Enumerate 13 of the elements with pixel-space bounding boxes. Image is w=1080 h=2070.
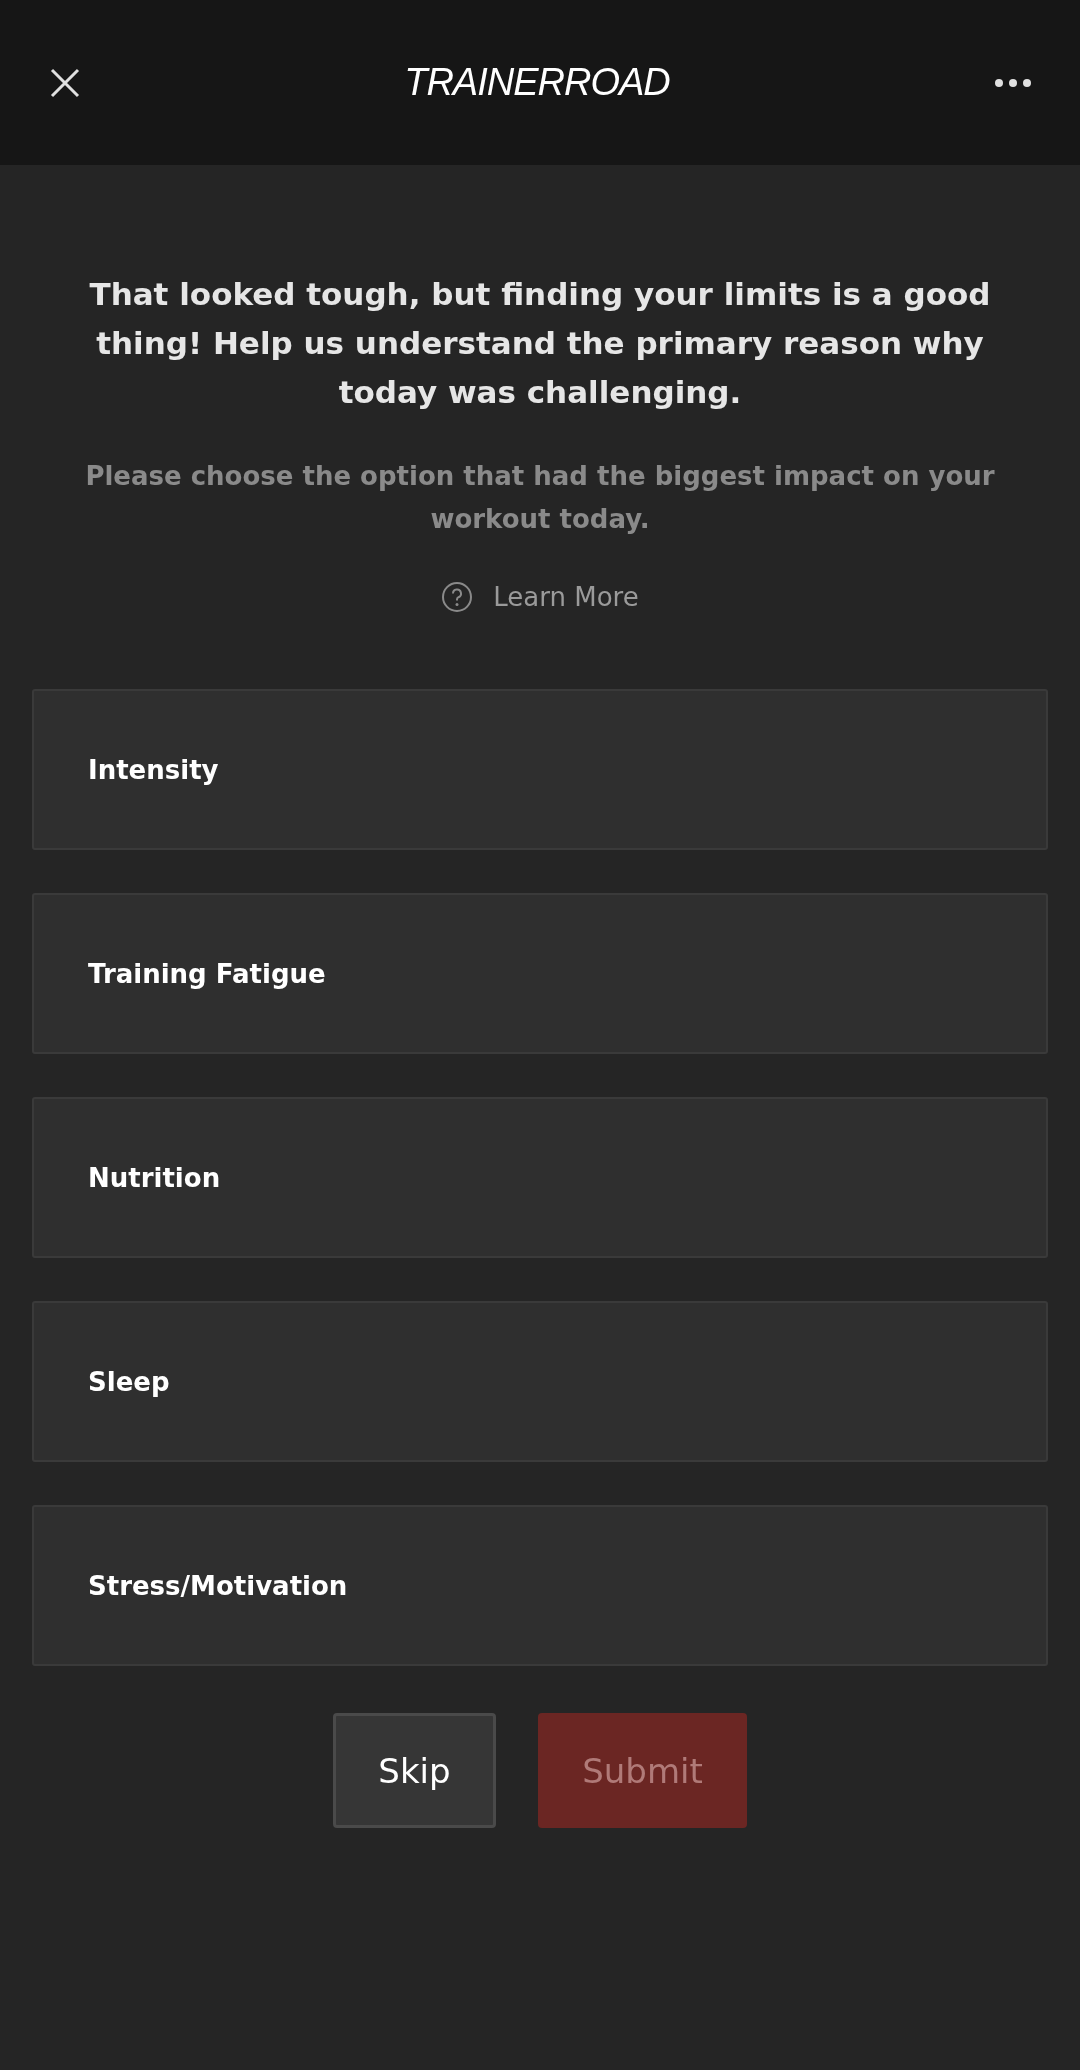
reason-option[interactable]: Nutrition [32, 1097, 1048, 1258]
survey-question: That looked tough, but finding your limits is a good thing! Help us understand the primary reason why today was challenging. [88, 275, 992, 412]
skip-button[interactable]: Skip [333, 1713, 496, 1828]
survey-instructions: Please choose the option that had the biggest impact on your workout today. [84, 460, 996, 536]
help-icon [441, 581, 474, 613]
close-icon[interactable] [50, 67, 80, 98]
more-icon[interactable] [994, 77, 1032, 88]
logo: TRAINERROAD [404, 61, 670, 104]
reason-option[interactable]: Intensity [32, 689, 1048, 850]
reason-option[interactable]: Sleep [32, 1301, 1048, 1462]
reason-option[interactable]: Training Fatigue [32, 893, 1048, 1054]
reason-option[interactable]: Stress/Motivation [32, 1505, 1048, 1666]
learn-more-link[interactable]: Learn More [441, 581, 639, 613]
